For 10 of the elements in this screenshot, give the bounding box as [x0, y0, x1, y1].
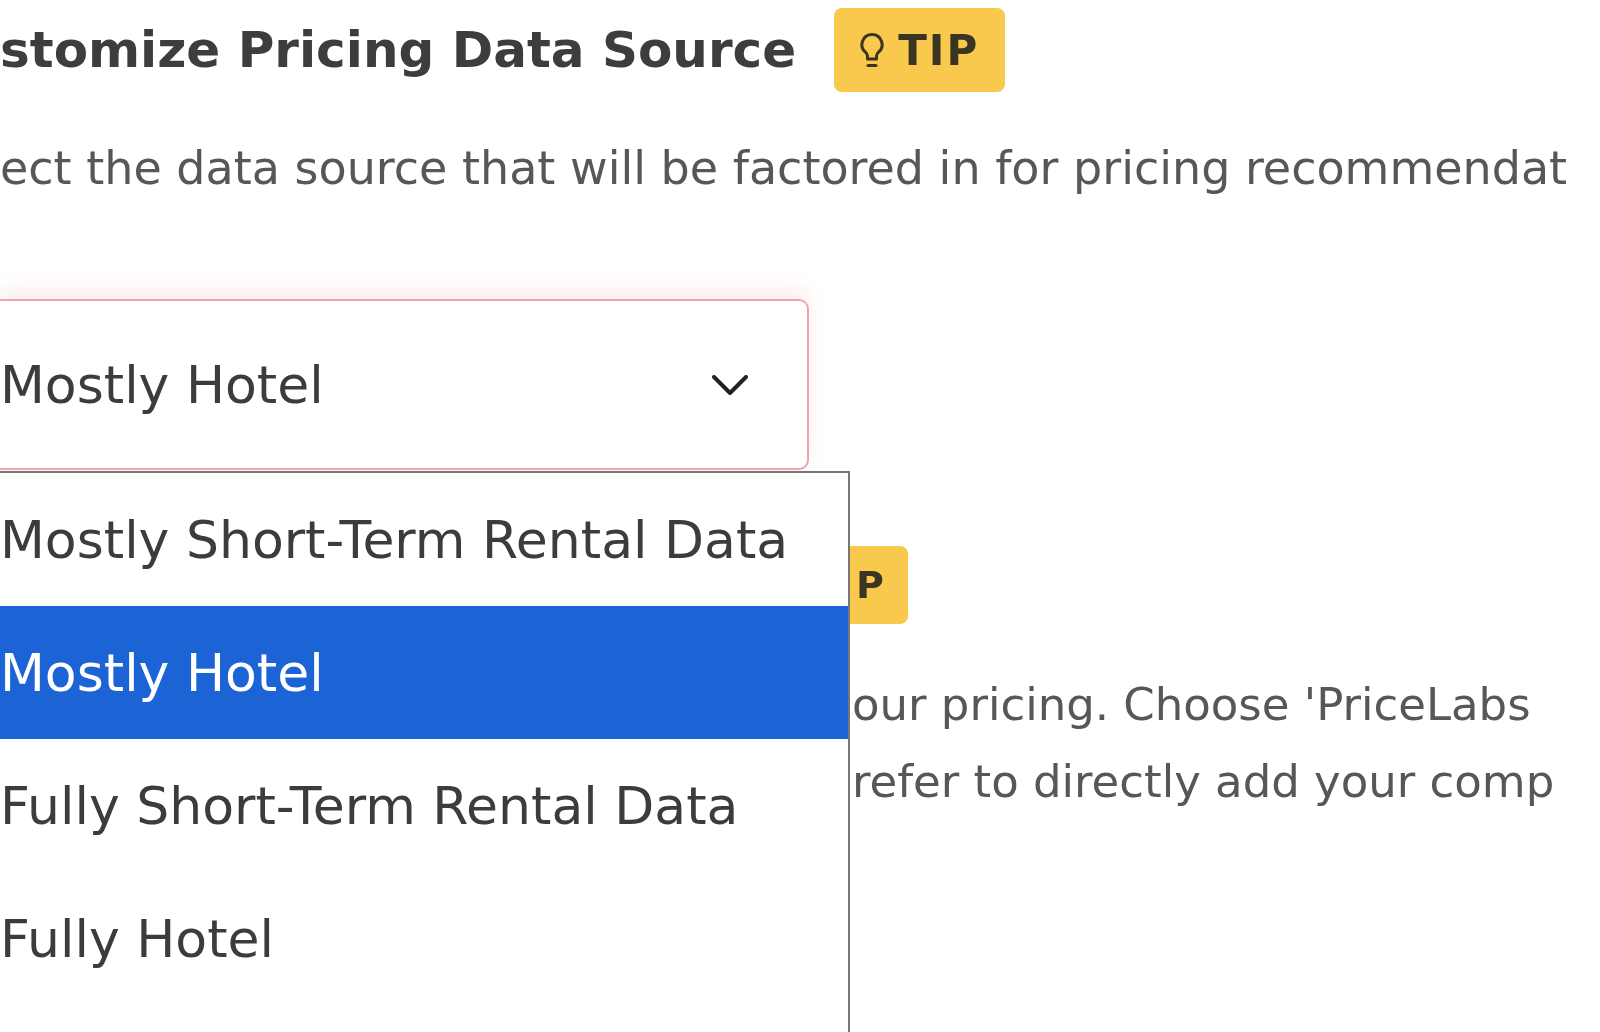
tip-badge[interactable]: P	[850, 546, 908, 624]
lightbulb-icon	[860, 33, 885, 67]
chevron-down-icon	[712, 374, 748, 395]
data-source-select[interactable]: Mostly Hotel	[0, 299, 809, 470]
description-text: our pricing. Choose 'PriceLabs	[852, 677, 1532, 733]
tip-badge[interactable]: TIP	[834, 8, 1006, 92]
dropdown-option[interactable]: Mostly Hotel	[0, 606, 848, 739]
description-text: ect the data source that will be factored in for pricing recommendat	[0, 140, 1569, 196]
section-title: stomize Pricing Data Source	[0, 20, 797, 80]
description-text: refer to directly add your comp	[852, 754, 1556, 810]
